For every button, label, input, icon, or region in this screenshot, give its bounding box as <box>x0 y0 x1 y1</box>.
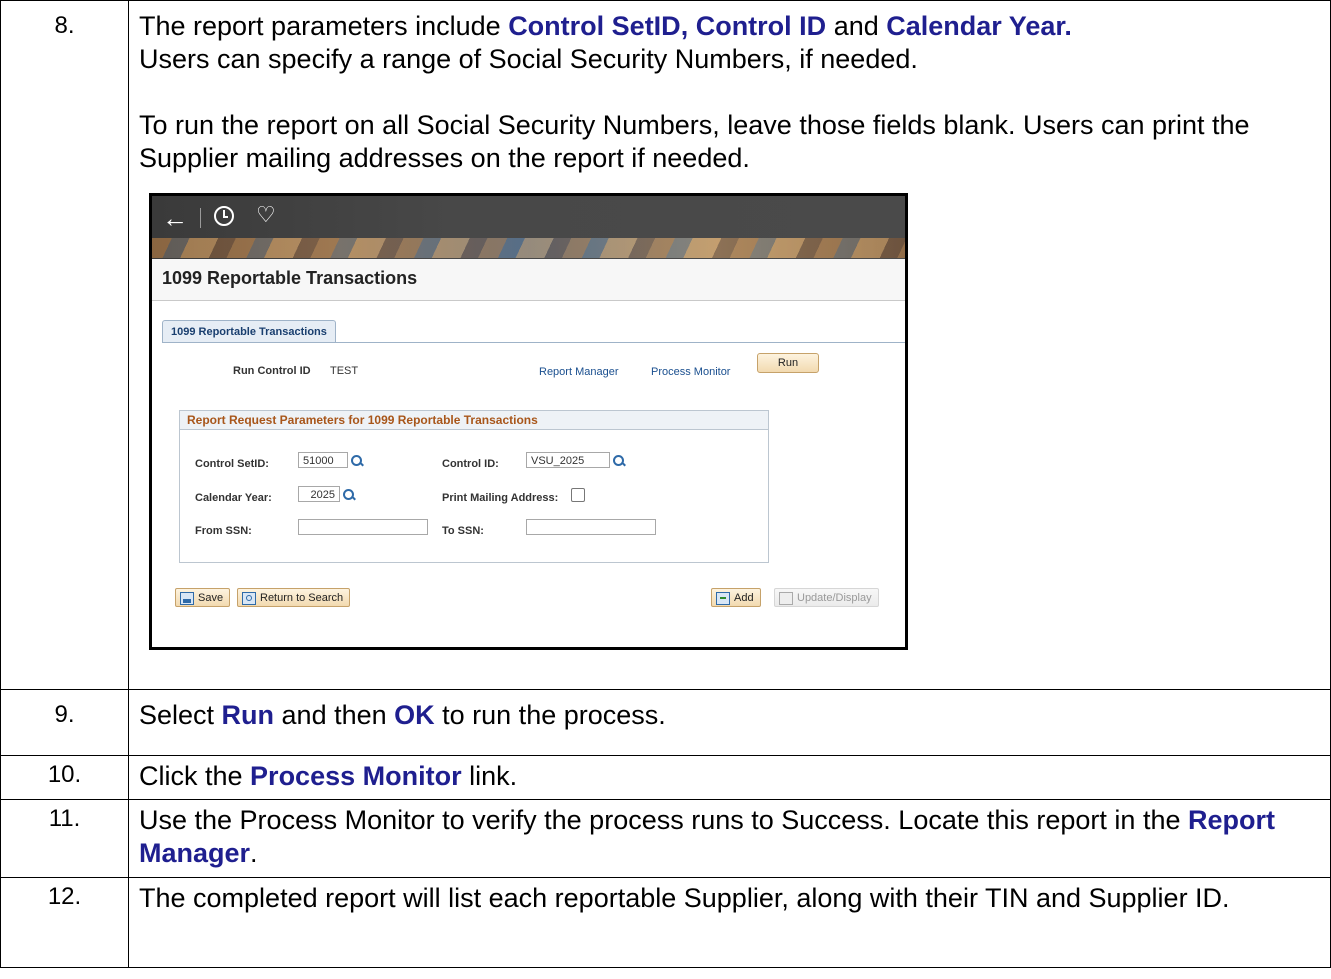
group-header: Report Request Parameters for 1099 Repor… <box>180 411 768 430</box>
run-button[interactable]: Run <box>757 353 819 373</box>
update-display-icon <box>779 592 793 605</box>
arrow-left-icon[interactable]: ← <box>162 204 188 232</box>
step-text-part: and <box>826 11 887 41</box>
keyword-process-monitor: Process Monitor <box>250 761 462 791</box>
from-ssn-input[interactable] <box>298 519 428 535</box>
embedded-screenshot: ← ♡ 1099 Reportable Transactions 1099 Re… <box>149 193 908 650</box>
calendar-year-input[interactable]: 2025 <box>298 486 340 502</box>
add-button[interactable]: Add <box>711 588 761 607</box>
to-ssn-input[interactable] <box>526 519 656 535</box>
report-parameters-group: Report Request Parameters for 1099 Repor… <box>179 410 769 563</box>
heart-icon[interactable]: ♡ <box>256 202 276 228</box>
step-number-cell: 11. <box>0 799 129 878</box>
step-text-part: link. <box>461 761 518 791</box>
keyword-ok: OK <box>394 700 435 730</box>
step-text-cell: Select Run and then OK to run the proces… <box>128 689 1331 756</box>
nav-divider <box>200 208 201 228</box>
step-number: 10. <box>47 761 82 788</box>
keyword-run: Run <box>221 700 275 730</box>
process-monitor-link[interactable]: Process Monitor <box>651 366 730 378</box>
keyword-control-setid: Control SetID <box>508 11 681 41</box>
keyword-period: . <box>1064 11 1072 41</box>
save-icon <box>180 592 194 605</box>
tab-1099-reportable-transactions[interactable]: 1099 Reportable Transactions <box>162 320 336 343</box>
keyword-control-id: Control ID <box>695 11 827 41</box>
control-setid-label: Control SetID: <box>195 458 269 470</box>
header-banner-image <box>152 238 905 258</box>
step-text-part: Select <box>139 700 222 730</box>
keyword-calendar-year: Calendar Year <box>886 11 1065 41</box>
step-number: 8. <box>54 12 75 39</box>
tab-divider <box>162 342 905 343</box>
step-number-cell: 9. <box>0 689 129 756</box>
step-text-part: to run the process. <box>434 700 666 730</box>
step-text: The completed report will list each repo… <box>139 883 1230 913</box>
step-number-cell: 10. <box>0 755 129 800</box>
step-number: 9. <box>54 701 75 728</box>
step-text-part: Click the <box>139 761 251 791</box>
step-row-10: 10. Click the Process Monitor link. <box>0 755 1331 800</box>
step-text-cell: Click the Process Monitor link. <box>128 755 1331 800</box>
calendar-year-label: Calendar Year: <box>195 492 272 504</box>
step-text-part: The report parameters include <box>139 11 509 41</box>
update-display-button[interactable]: Update/Display <box>774 588 879 607</box>
clock-icon[interactable] <box>214 206 234 226</box>
step-text: Click the Process Monitor link. <box>139 756 1320 793</box>
control-id-lookup-icon[interactable] <box>613 455 625 467</box>
print-mailing-address-checkbox[interactable] <box>571 488 585 502</box>
step-text-cell: Use the Process Monitor to verify the pr… <box>128 799 1331 878</box>
control-id-label: Control ID: <box>442 458 499 470</box>
control-setid-input[interactable]: 51000 <box>298 452 348 468</box>
step-row-12: 12. The completed report will list each … <box>0 877 1331 968</box>
print-mailing-address-label: Print Mailing Address: <box>442 492 559 504</box>
run-control-label: Run Control ID <box>233 365 311 377</box>
step-number-cell: 12. <box>0 877 129 968</box>
return-to-search-label: Return to Search <box>260 592 344 604</box>
keyword-separator: , <box>680 11 696 41</box>
return-to-search-button[interactable]: Return to Search <box>237 588 351 607</box>
step-number: 12. <box>47 883 82 910</box>
step-row-9: 9. Select Run and then OK to run the pro… <box>0 689 1331 756</box>
step-text-part: and then <box>274 700 395 730</box>
step-paragraph-2: To run the report on all Social Security… <box>139 110 1250 173</box>
control-id-input[interactable]: VSU_2025 <box>526 452 610 468</box>
step-text-part: . <box>250 838 258 868</box>
title-divider <box>152 300 905 301</box>
from-ssn-label: From SSN: <box>195 525 252 537</box>
step-text-part: Users can specify a range of Social Secu… <box>139 44 918 74</box>
update-display-label: Update/Display <box>797 592 872 604</box>
step-row-11: 11. Use the Process Monitor to verify th… <box>0 799 1331 878</box>
step-text-part: Use the Process Monitor to verify the pr… <box>139 805 1188 835</box>
save-button[interactable]: Save <box>175 588 231 607</box>
return-to-search-icon <box>242 592 256 605</box>
step-text: Select Run and then OK to run the proces… <box>139 690 1320 732</box>
step-text-cell: The completed report will list each repo… <box>128 877 1331 968</box>
step-text: Use the Process Monitor to verify the pr… <box>139 800 1320 870</box>
add-button-label: Add <box>734 592 754 604</box>
page-title: 1099 Reportable Transactions <box>162 268 418 288</box>
step-number: 11. <box>48 805 81 832</box>
calendar-year-lookup-icon[interactable] <box>343 489 355 501</box>
step-text: The report parameters include Control Se… <box>139 1 1320 76</box>
to-ssn-label: To SSN: <box>442 525 484 537</box>
report-manager-link[interactable]: Report Manager <box>539 366 619 378</box>
control-setid-lookup-icon[interactable] <box>351 455 363 467</box>
group-title: Report Request Parameters for 1099 Repor… <box>187 413 538 427</box>
run-control-value: TEST <box>330 365 359 377</box>
save-button-label: Save <box>198 592 224 604</box>
step-number-cell: 8. <box>0 0 129 690</box>
add-icon <box>716 592 730 605</box>
